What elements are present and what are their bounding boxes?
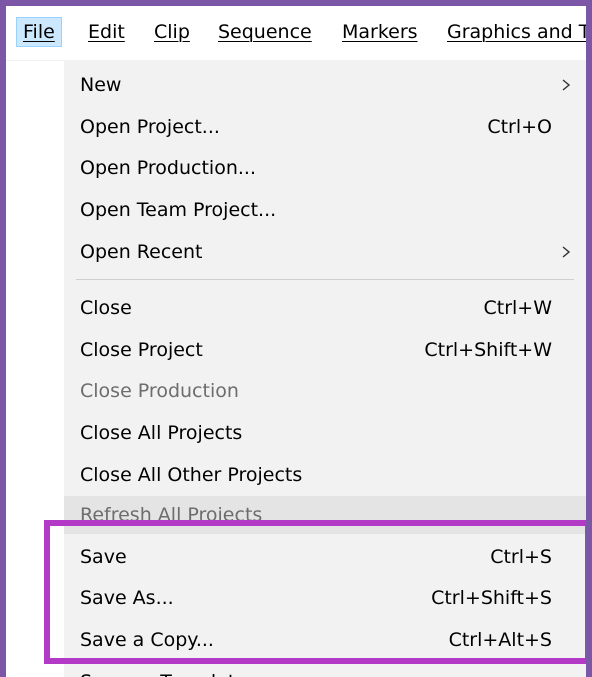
chevron-right-icon — [562, 79, 571, 91]
menu-item-close[interactable]: Close Ctrl+W — [64, 289, 586, 327]
menu-item-new[interactable]: New — [64, 66, 586, 104]
menu-item-shortcut: Ctrl+Alt+S — [448, 629, 552, 651]
menu-item-label: New — [80, 74, 122, 96]
menu-item-shortcut: Ctrl+Shift+S — [431, 587, 552, 609]
menu-separator — [76, 279, 574, 280]
menu-item-label: Close All Projects — [80, 422, 243, 444]
menu-item-label: Save — [80, 546, 127, 568]
menu-item-label: Close Project — [80, 339, 203, 361]
menu-item-label: Open Project... — [80, 116, 220, 138]
menu-item-label: Save As... — [80, 587, 174, 609]
menu-markers[interactable]: Markers — [342, 17, 418, 47]
menu-item-label: Close Production — [80, 380, 239, 402]
file-dropdown-menu: New Open Project... Ctrl+O Open Producti… — [64, 60, 586, 677]
menu-clip[interactable]: Clip — [154, 17, 190, 47]
menu-item-save[interactable]: Save Ctrl+S — [64, 538, 586, 576]
menu-graphics-and-titles[interactable]: Graphics and T — [447, 17, 586, 47]
menu-item-close-production: Close Production — [64, 372, 586, 410]
menu-item-save-as[interactable]: Save As... Ctrl+Shift+S — [64, 579, 586, 617]
menu-sequence[interactable]: Sequence — [218, 17, 312, 47]
menu-item-label: Save as Template... — [80, 663, 265, 677]
window-frame: File Edit Clip Sequence Markers Graphics… — [0, 0, 592, 677]
menu-item-shortcut: Ctrl+S — [490, 546, 552, 568]
menu-item-shortcut: Ctrl+W — [483, 297, 552, 319]
menu-item-label: Close All Other Projects — [80, 464, 303, 486]
menu-item-save-as-template[interactable]: Save as Template... — [64, 663, 586, 677]
menu-item-label: Close — [80, 297, 132, 319]
menu-item-open-production[interactable]: Open Production... — [64, 149, 586, 187]
menu-edit[interactable]: Edit — [88, 17, 125, 47]
menu-item-label: Refresh All Projects — [80, 504, 263, 526]
menu-item-label: Save a Copy... — [80, 629, 214, 651]
menu-item-open-recent[interactable]: Open Recent — [64, 233, 586, 271]
menu-item-save-a-copy[interactable]: Save a Copy... Ctrl+Alt+S — [64, 621, 586, 659]
menu-bar: File Edit Clip Sequence Markers Graphics… — [6, 6, 586, 61]
menu-item-open-project[interactable]: Open Project... Ctrl+O — [64, 108, 586, 146]
menu-item-label: Open Production... — [80, 157, 256, 179]
chevron-right-icon — [562, 246, 571, 258]
menu-item-label: Open Team Project... — [80, 199, 277, 221]
menu-item-label: Open Recent — [80, 241, 203, 263]
menu-item-refresh-all-projects: Refresh All Projects — [64, 496, 586, 534]
menu-item-close-project[interactable]: Close Project Ctrl+Shift+W — [64, 331, 586, 369]
menu-item-close-all-other-projects[interactable]: Close All Other Projects — [64, 456, 586, 494]
menu-item-shortcut: Ctrl+Shift+W — [424, 339, 552, 361]
menu-file[interactable]: File — [16, 17, 62, 47]
menu-item-close-all-projects[interactable]: Close All Projects — [64, 414, 586, 452]
menu-item-open-team-project[interactable]: Open Team Project... — [64, 191, 586, 229]
menu-item-shortcut: Ctrl+O — [487, 116, 552, 138]
